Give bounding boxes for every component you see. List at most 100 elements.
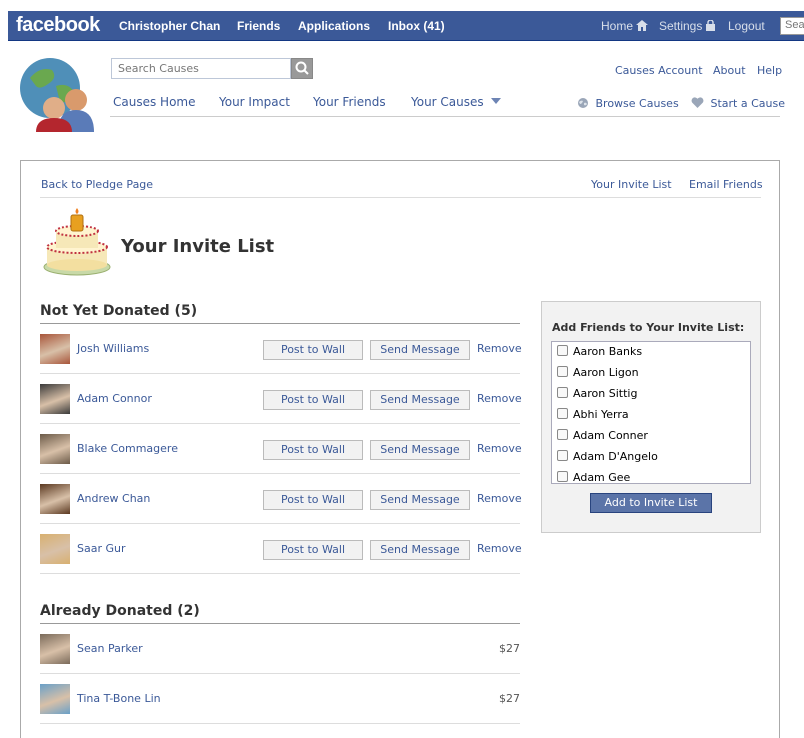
friend-option-label: Adam Conner — [573, 429, 648, 442]
your-causes-tab[interactable]: Your Causes — [411, 95, 502, 109]
send-message-button[interactable]: Send Message — [370, 440, 470, 460]
browse-causes-label: Browse Causes — [595, 97, 679, 110]
nav-home-link[interactable]: Home — [601, 19, 649, 33]
post-to-wall-button[interactable]: Post to Wall — [263, 440, 363, 460]
send-message-button[interactable]: Send Message — [370, 490, 470, 510]
friend-option-label: Abhi Yerra — [573, 408, 629, 421]
friend-option[interactable]: Adam Conner — [557, 429, 648, 450]
your-causes-label: Your Causes — [411, 95, 484, 109]
search-icon — [295, 61, 309, 75]
not-yet-donated-heading: Not Yet Donated (5) — [40, 303, 198, 319]
friend-checkbox[interactable] — [557, 408, 568, 419]
heart-icon — [691, 97, 704, 108]
send-message-button[interactable]: Send Message — [370, 540, 470, 560]
post-to-wall-button[interactable]: Post to Wall — [263, 540, 363, 560]
causes-search-input[interactable]: Search Causes — [111, 58, 291, 79]
friend-option[interactable]: Aaron Banks — [557, 345, 642, 366]
friend-option-label: Aaron Sittig — [573, 387, 638, 400]
globe-icon — [578, 98, 588, 108]
friend-checkbox[interactable] — [557, 345, 568, 356]
crumb-divider — [40, 197, 761, 198]
post-to-wall-button[interactable]: Post to Wall — [263, 340, 363, 360]
post-to-wall-button[interactable]: Post to Wall — [263, 490, 363, 510]
start-cause-label: Start a Cause — [710, 97, 786, 110]
friend-option[interactable]: Adam Gee — [557, 471, 630, 483]
avatar[interactable] — [40, 634, 70, 664]
facebook-logo[interactable]: facebook — [16, 14, 100, 37]
avatar[interactable] — [40, 334, 70, 364]
friend-checklist[interactable]: Aaron Banks Aaron Ligon Aaron Sittig Abh… — [551, 341, 751, 484]
donor-name-link[interactable]: Tina T-Bone Lin — [77, 692, 161, 705]
post-to-wall-button[interactable]: Post to Wall — [263, 390, 363, 410]
invitee-name-link[interactable]: Adam Connor — [77, 392, 152, 405]
your-friends-tab[interactable]: Your Friends — [313, 95, 386, 109]
add-to-invite-list-button[interactable]: Add to Invite List — [590, 493, 712, 513]
invitee-name-link[interactable]: Josh Williams — [77, 342, 149, 355]
invitee-name-link[interactable]: Saar Gur — [77, 542, 126, 555]
your-invite-list-link[interactable]: Your Invite List — [591, 178, 672, 191]
friend-option[interactable]: Abhi Yerra — [557, 408, 629, 429]
friend-option[interactable]: Aaron Ligon — [557, 366, 639, 387]
start-cause-link[interactable]: Start a Cause — [691, 97, 785, 110]
avatar[interactable] — [40, 384, 70, 414]
donor-row: Tina T-Bone Lin $27 — [40, 674, 520, 724]
back-to-pledge-link[interactable]: Back to Pledge Page — [41, 178, 153, 191]
send-message-button[interactable]: Send Message — [370, 340, 470, 360]
donor-name-link[interactable]: Sean Parker — [77, 642, 143, 655]
invitee-row: Blake Commagere Post to Wall Send Messag… — [40, 424, 522, 474]
friend-option-label: Adam D'Angelo — [573, 450, 658, 463]
nav-settings-link[interactable]: Settings — [659, 19, 715, 33]
birthday-cake-icon — [43, 208, 111, 276]
remove-link[interactable]: Remove — [477, 542, 522, 555]
home-label: Home — [601, 19, 634, 33]
invitee-name-link[interactable]: Blake Commagere — [77, 442, 178, 455]
friend-checkbox[interactable] — [557, 471, 568, 482]
donation-amount: $27 — [499, 692, 520, 705]
friend-checkbox[interactable] — [557, 429, 568, 440]
invitee-row: Adam Connor Post to Wall Send Message Re… — [40, 374, 522, 424]
remove-link[interactable]: Remove — [477, 342, 522, 355]
nav-profile-link[interactable]: Christopher Chan — [119, 19, 220, 33]
invitee-row: Josh Williams Post to Wall Send Message … — [40, 324, 522, 374]
settings-label: Settings — [659, 19, 703, 33]
invitee-name-link[interactable]: Andrew Chan — [77, 492, 150, 505]
friend-checkbox[interactable] — [557, 366, 568, 377]
invitee-row: Saar Gur Post to Wall Send Message Remov… — [40, 524, 522, 574]
invitee-row: Andrew Chan Post to Wall Send Message Re… — [40, 474, 522, 524]
avatar[interactable] — [40, 684, 70, 714]
your-impact-tab[interactable]: Your Impact — [219, 95, 290, 109]
nav-inbox-link[interactable]: Inbox (41) — [388, 19, 445, 33]
help-link[interactable]: Help — [757, 64, 782, 77]
browse-causes-link[interactable]: Browse Causes — [577, 97, 679, 110]
page-title: Your Invite List — [121, 236, 275, 257]
already-donated-heading: Already Donated (2) — [40, 603, 200, 619]
friend-checkbox[interactable] — [557, 450, 568, 461]
donor-row: Sean Parker $27 — [40, 624, 520, 674]
remove-link[interactable]: Remove — [477, 492, 522, 505]
remove-link[interactable]: Remove — [477, 442, 522, 455]
top-search-input[interactable]: Search — [780, 17, 804, 35]
avatar[interactable] — [40, 534, 70, 564]
add-friends-title: Add Friends to Your Invite List: — [552, 321, 745, 334]
nav-friends-link[interactable]: Friends — [237, 19, 280, 33]
add-friends-panel: Add Friends to Your Invite List: Aaron B… — [541, 301, 761, 533]
causes-home-tab[interactable]: Causes Home — [113, 95, 195, 109]
home-icon — [636, 20, 649, 31]
friend-option[interactable]: Aaron Sittig — [557, 387, 637, 408]
lock-icon — [705, 19, 715, 31]
avatar[interactable] — [40, 434, 70, 464]
nav-applications-link[interactable]: Applications — [298, 19, 370, 33]
causes-search-button[interactable] — [291, 58, 313, 79]
email-friends-link[interactable]: Email Friends — [689, 178, 763, 191]
about-link[interactable]: About — [713, 64, 746, 77]
nav-logout-link[interactable]: Logout — [728, 19, 765, 33]
chevron-down-icon — [491, 98, 502, 104]
avatar[interactable] — [40, 484, 70, 514]
send-message-button[interactable]: Send Message — [370, 390, 470, 410]
friend-option[interactable]: Adam D'Angelo — [557, 450, 658, 471]
friend-option-label: Aaron Banks — [573, 345, 643, 358]
friend-option-label: Aaron Ligon — [573, 366, 639, 379]
causes-account-link[interactable]: Causes Account — [615, 64, 703, 77]
friend-checkbox[interactable] — [557, 387, 568, 398]
remove-link[interactable]: Remove — [477, 392, 522, 405]
